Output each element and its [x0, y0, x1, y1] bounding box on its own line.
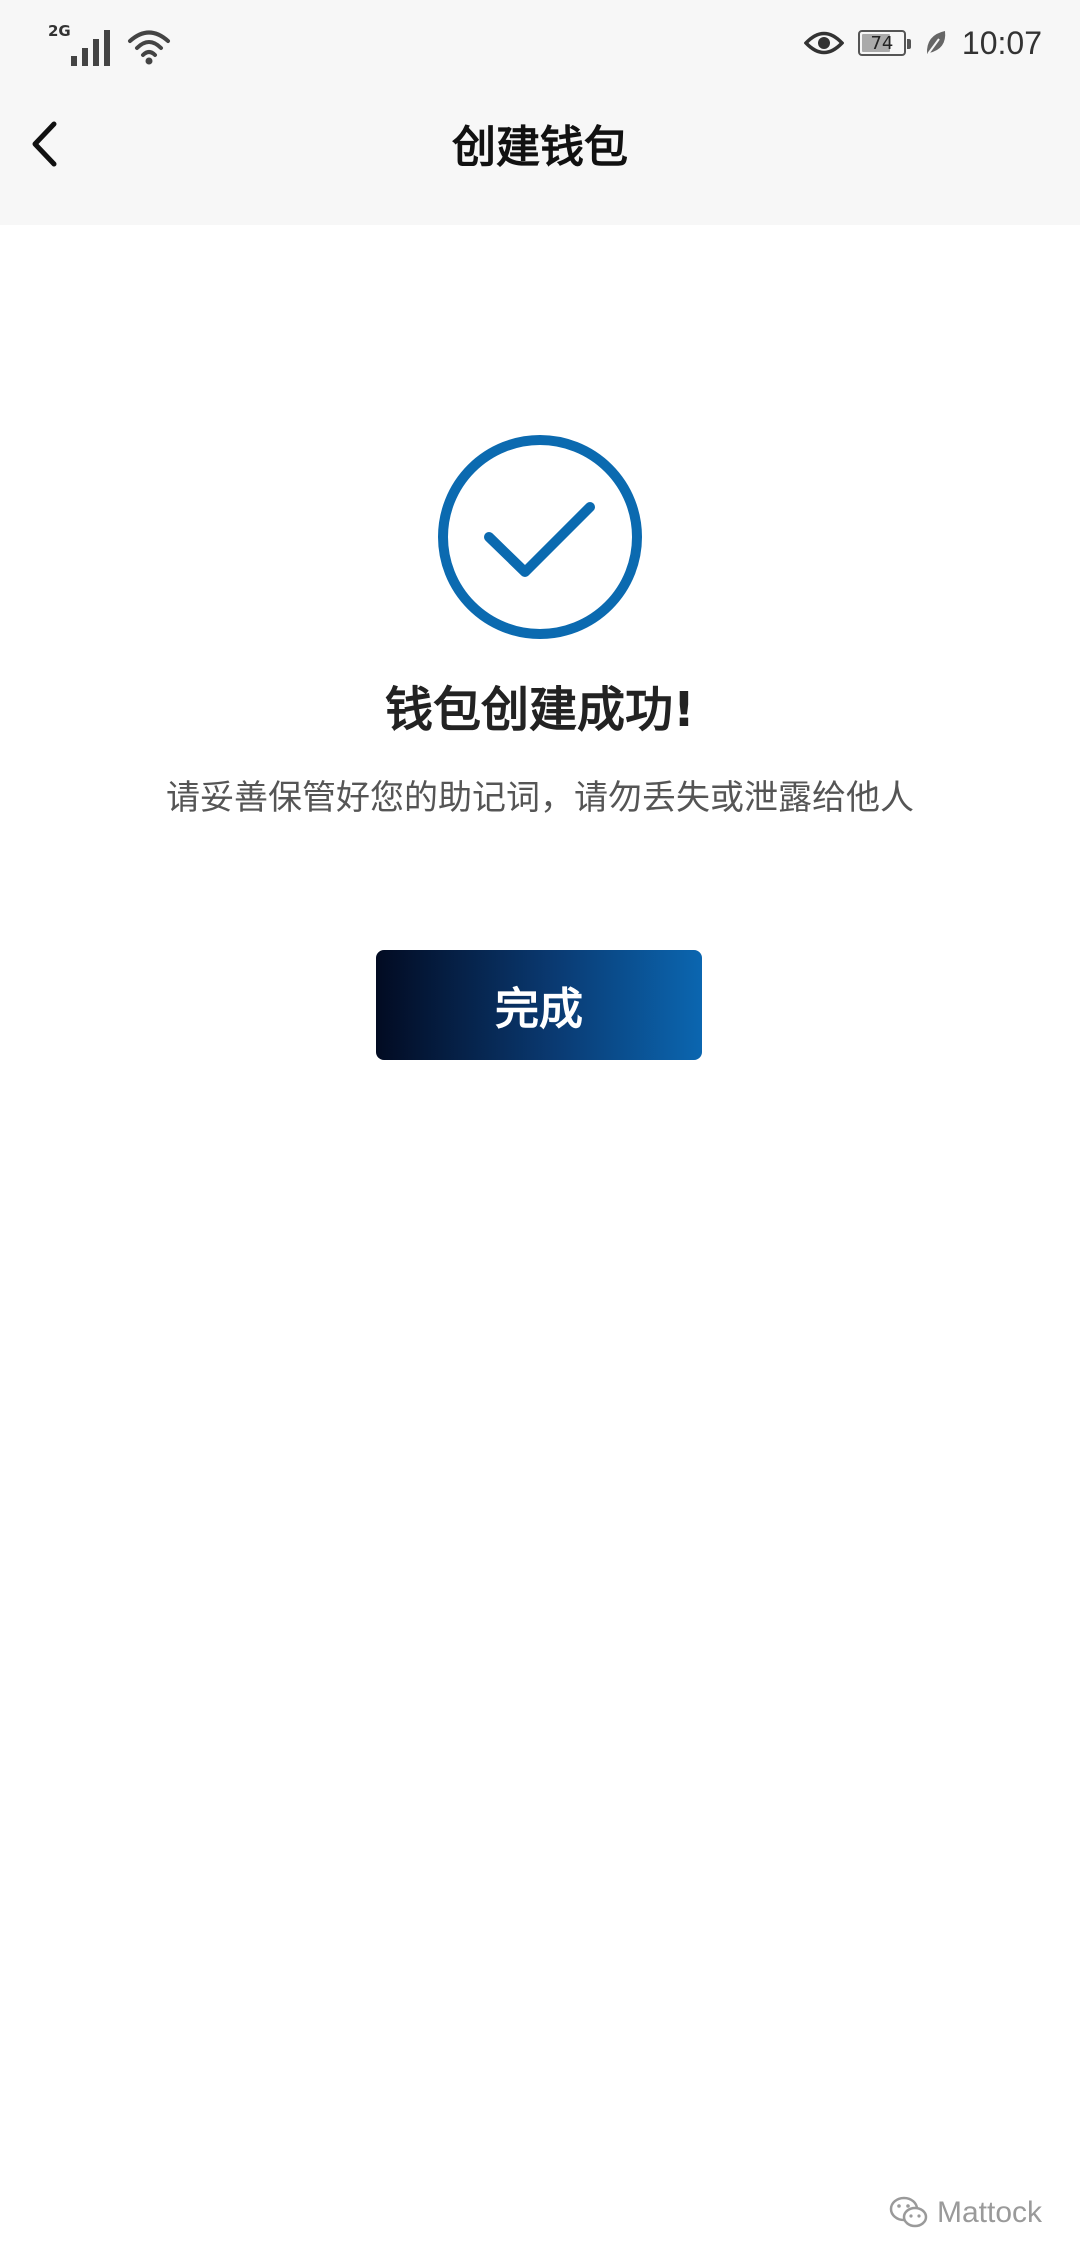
back-button[interactable]	[14, 114, 74, 174]
network-type: 2G	[48, 22, 71, 40]
watermark-text: Mattock	[936, 2196, 1042, 2229]
status-left: 2G	[48, 20, 171, 66]
done-button[interactable]: 完成	[376, 950, 702, 1060]
chevron-left-icon	[32, 121, 57, 167]
eye-icon	[803, 31, 844, 55]
status-bar: 2G 74 10:07	[0, 0, 1080, 86]
battery-icon: 74	[857, 30, 911, 56]
top-bar: 2G 74 10:07 创建钱包	[0, 0, 1080, 225]
wifi-icon	[127, 30, 170, 65]
clock: 10:07	[961, 24, 1042, 61]
success-headline: 钱包创建成功!	[385, 682, 695, 738]
wechat-icon	[889, 2196, 928, 2228]
battery-level: 74	[870, 32, 894, 54]
nav-bar: 创建钱包	[0, 86, 1080, 216]
mnemonic-warning: 请妥善保管好您的助记词，请勿丢失或泄露给他人	[166, 778, 914, 818]
leaf-icon	[926, 31, 946, 55]
check-circle-icon	[438, 435, 642, 639]
status-right: 74 10:07	[803, 18, 1042, 68]
watermark: Mattock	[889, 2196, 1042, 2230]
signal-icon	[70, 30, 110, 66]
page-title: 创建钱包	[452, 122, 628, 173]
